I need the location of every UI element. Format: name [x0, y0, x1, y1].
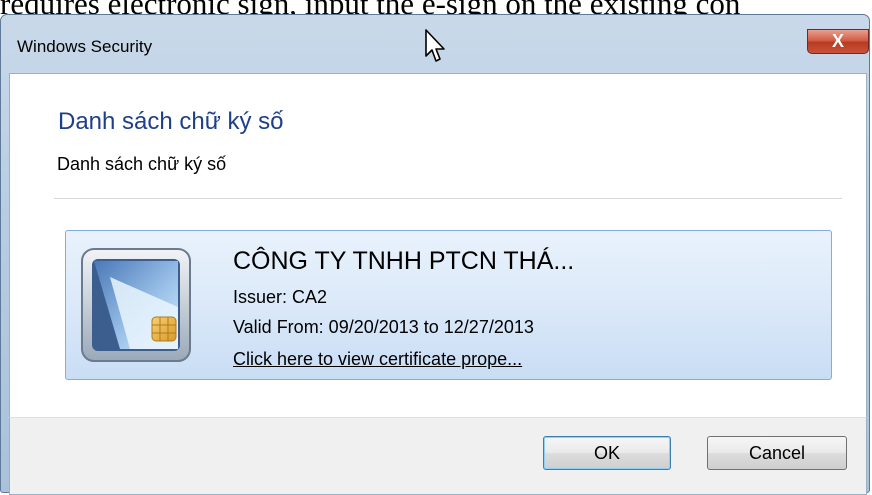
smart-card-icon	[81, 248, 191, 362]
dialog-subheading: Danh sách chữ ký số	[57, 154, 227, 174]
cancel-button[interactable]: Cancel	[707, 436, 847, 470]
mouse-cursor-icon	[425, 29, 445, 62]
separator	[54, 198, 842, 199]
certificate-name: CÔNG TY TNHH PTCN THÁ...	[233, 247, 575, 275]
close-button[interactable]: X	[807, 29, 869, 54]
dialog-window: Windows Security X Danh sách chữ ký số D…	[0, 14, 870, 495]
certificate-validity: Valid From: 09/20/2013 to 12/27/2013	[233, 317, 534, 337]
close-icon: X	[831, 31, 844, 51]
view-certificate-link[interactable]: Click here to view certificate prope...	[233, 349, 522, 370]
dialog-heading: Danh sách chữ ký số	[58, 108, 284, 135]
window-title: Windows Security	[17, 37, 153, 56]
ok-button[interactable]: OK	[543, 436, 671, 470]
certificate-issuer: Issuer: CA2	[233, 287, 328, 307]
certificate-card[interactable]: CÔNG TY TNHH PTCN THÁ... Issuer: CA2 Val…	[65, 230, 832, 380]
dialog-content: Danh sách chữ ký số Danh sách chữ ký số	[9, 73, 867, 418]
dialog-footer: OK Cancel	[9, 417, 867, 495]
